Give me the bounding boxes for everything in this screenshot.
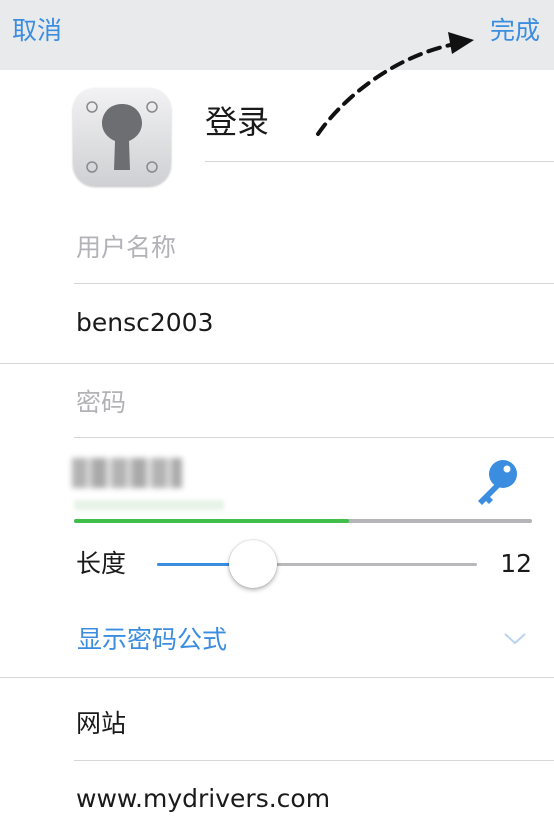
show-password-formula-button[interactable]: 显示密码公式: [77, 623, 227, 657]
length-slider-thumb[interactable]: [229, 540, 277, 588]
key-icon[interactable]: [470, 455, 524, 509]
item-title[interactable]: 登录: [205, 100, 269, 144]
done-button[interactable]: 完成: [490, 13, 540, 49]
username-label-separator: [74, 283, 554, 284]
website-field[interactable]: www.mydrivers.com: [76, 782, 330, 816]
password-blur-strip: [74, 500, 224, 510]
password-label-separator: [74, 437, 554, 438]
username-label: 用户名称: [76, 233, 177, 262]
chevron-down-icon[interactable]: [503, 632, 527, 646]
password-field[interactable]: [72, 458, 182, 488]
website-label-separator: [74, 760, 554, 761]
section-separator-2: [0, 677, 554, 678]
website-label: 网站: [76, 709, 127, 738]
annotation-arrow-icon: [316, 32, 474, 136]
cancel-button[interactable]: 取消: [12, 13, 62, 49]
section-separator: [0, 363, 554, 364]
length-value: 12: [500, 549, 532, 578]
login-app-icon: [73, 88, 171, 186]
length-label: 长度: [76, 549, 127, 578]
username-field[interactable]: bensc2003: [76, 306, 214, 340]
password-strength-bar: [74, 519, 349, 523]
password-label: 密码: [76, 388, 127, 417]
title-separator: [205, 161, 554, 162]
